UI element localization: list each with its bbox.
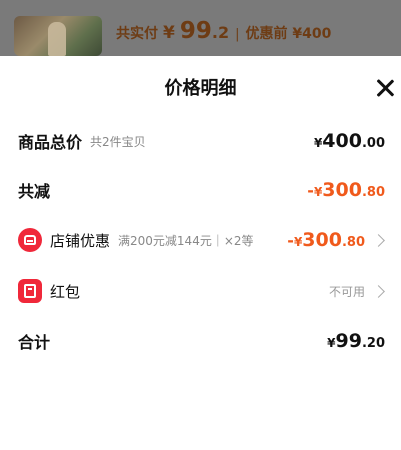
store-icon [18, 228, 42, 252]
store-discount-rule: 满200元减144元｜×2等 [118, 233, 254, 248]
before-discount-price: 优惠前 ¥400 [245, 26, 332, 42]
reduction-currency: ¥ [313, 185, 323, 199]
paid-label: 共实付 [116, 26, 158, 42]
paid-decimal: .2 [211, 23, 230, 42]
sum-currency: ¥ [327, 336, 336, 350]
order-summary-backdrop: 共实付 ¥ 99 .2 | 优惠前 ¥400 [0, 0, 401, 56]
reduction-decimal: .80 [361, 185, 385, 200]
goods-total-decimal: .00 [361, 136, 385, 151]
chevron-right-icon[interactable] [372, 284, 385, 298]
row-red-packet[interactable]: 红包 不可用 [18, 277, 385, 305]
sum-decimal: .20 [361, 336, 385, 351]
store-discount-price: - ¥ 300 .80 [287, 229, 365, 251]
red-packet-status: 不可用 [328, 284, 365, 299]
store-discount-decimal: .80 [341, 235, 365, 250]
row-store-discount[interactable]: 店铺优惠 满200元减144元｜×2等 - ¥ 300 .80 [18, 226, 385, 254]
reduction-label: 共减 [18, 182, 51, 201]
close-icon[interactable] [375, 78, 395, 98]
store-discount-label: 店铺优惠 [50, 231, 111, 250]
store-discount-integer: 300 [302, 229, 342, 251]
paid-currency: ¥ [163, 23, 175, 43]
product-thumbnail [14, 16, 102, 56]
summary-separator: | [235, 27, 240, 42]
store-discount-currency: ¥ [293, 235, 303, 249]
goods-total-label: 商品总价 [18, 133, 83, 152]
goods-total-price: ¥ 400 .00 [314, 130, 385, 152]
red-packet-icon [18, 279, 42, 303]
goods-total-currency: ¥ [313, 136, 323, 150]
store-discount-sign: - [287, 231, 294, 250]
red-packet-label: 红包 [50, 282, 81, 301]
reduction-sign: - [307, 181, 314, 200]
sheet-title: 价格明细 [164, 78, 237, 99]
sum-label: 合计 [18, 333, 51, 352]
price-detail-sheet: 价格明细 商品总价 共2件宝贝 ¥ 400 .00 共减 - ¥ 300 .80 [0, 56, 401, 450]
sum-integer: 99 [335, 330, 362, 352]
sum-price: ¥ 99 .20 [327, 330, 385, 352]
row-goods-total: 商品总价 共2件宝贝 ¥ 400 .00 [18, 127, 385, 155]
chevron-right-icon[interactable] [372, 233, 385, 247]
reduction-integer: 300 [322, 179, 362, 201]
row-total-reduction: 共减 - ¥ 300 .80 [18, 176, 385, 204]
goods-count: 共2件宝贝 [90, 134, 146, 149]
product-figure [48, 22, 66, 56]
row-sum: 合计 ¥ 99 .20 [18, 327, 385, 355]
reduction-price: - ¥ 300 .80 [307, 179, 385, 201]
paid-summary: 共实付 ¥ 99 .2 | 优惠前 ¥400 [116, 18, 331, 48]
paid-integer: 99 [179, 18, 212, 44]
goods-total-integer: 400 [322, 130, 362, 152]
